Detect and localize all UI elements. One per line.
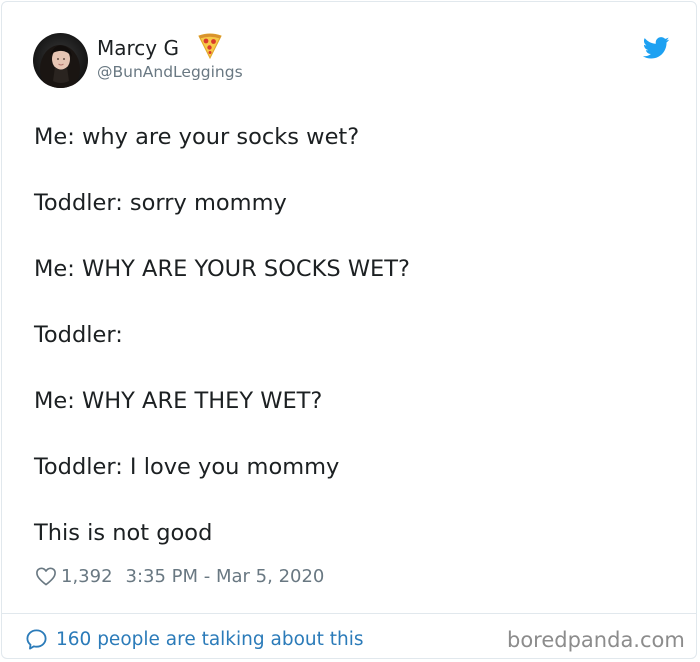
- tweet-line: Toddler: sorry mommy: [34, 190, 287, 216]
- like-count[interactable]: 1,392: [61, 566, 113, 587]
- author-name[interactable]: Marcy G: [97, 35, 179, 61]
- tweet-line: Me: WHY ARE THEY WET?: [34, 388, 323, 414]
- twitter-bird-icon[interactable]: [643, 37, 670, 59]
- tweet-line: Toddler: I love you mommy: [34, 454, 340, 480]
- tweet-line: Me: why are your socks wet?: [34, 124, 360, 150]
- tweet-card: Marcy G @BunAndLeggings Me: why are your…: [1, 1, 697, 659]
- heart-icon[interactable]: [35, 566, 57, 586]
- talking-about-label[interactable]: 160 people are talking about this: [56, 629, 364, 650]
- boredpanda-watermark: boredpanda.com: [507, 628, 685, 652]
- footer-divider: [2, 613, 696, 614]
- avatar[interactable]: [33, 33, 88, 88]
- speech-bubble-icon: [26, 628, 47, 650]
- avatar-image: [33, 33, 88, 88]
- tweet-line: This is not good: [34, 520, 213, 546]
- tweet-line: Me: WHY ARE YOUR SOCKS WET?: [34, 256, 410, 282]
- author-handle[interactable]: @BunAndLeggings: [97, 62, 243, 82]
- tweet-timestamp[interactable]: 3:35 PM - Mar 5, 2020: [126, 566, 325, 587]
- pizza-icon: [198, 33, 222, 59]
- talking-about-link[interactable]: 160 people are talking about this: [25, 626, 364, 652]
- tweet-meta: 1,392 3:35 PM - Mar 5, 2020: [35, 563, 324, 589]
- tweet-line: Toddler:: [34, 322, 123, 348]
